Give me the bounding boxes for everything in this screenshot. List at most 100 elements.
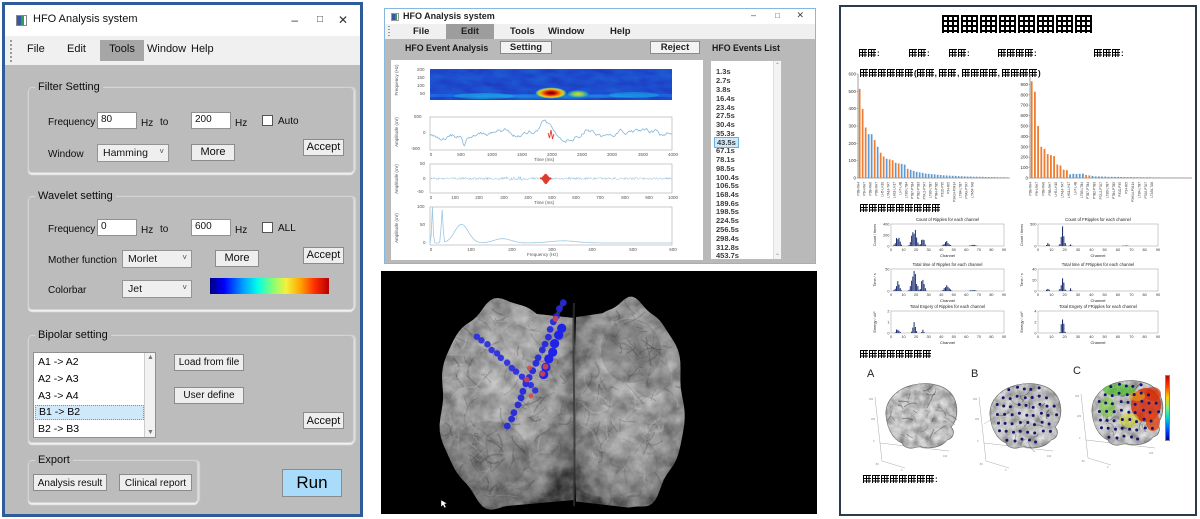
- svg-text:30: 30: [927, 293, 931, 297]
- svg-text:LTA54-TA6: LTA54-TA6: [1150, 182, 1154, 198]
- svg-text:4: 4: [1034, 310, 1036, 314]
- svg-text:Total time of Ripples for each: Total time of Ripples for each channel: [913, 262, 983, 267]
- svg-text:70: 70: [1129, 293, 1133, 297]
- svg-text:Channel: Channel: [1091, 253, 1106, 258]
- svg-text:500: 500: [848, 89, 856, 94]
- svg-text:90: 90: [1156, 248, 1160, 252]
- svg-text:200: 200: [1077, 415, 1082, 418]
- svg-text:-50: -50: [875, 463, 879, 466]
- svg-text:2: 2: [887, 310, 889, 314]
- svg-text:400: 400: [1020, 134, 1028, 139]
- svg-text:20: 20: [1063, 293, 1067, 297]
- svg-text:P3B-RH7: P3B-RH7: [1048, 182, 1052, 196]
- svg-text:100: 100: [1020, 165, 1028, 170]
- svg-text:P3H14-P3414: P3H14-P3414: [953, 182, 957, 202]
- svg-text:0: 0: [890, 293, 892, 297]
- svg-text:90: 90: [1156, 335, 1160, 339]
- svg-text:0: 0: [1079, 437, 1081, 440]
- svg-text:10: 10: [901, 248, 905, 252]
- svg-text:100: 100: [848, 158, 856, 163]
- svg-text:PTA9-PTA7: PTA9-PTA7: [1144, 182, 1148, 199]
- svg-text:PTA.2-PTA7: PTA.2-PTA7: [1099, 182, 1103, 200]
- svg-text:90: 90: [1002, 335, 1006, 339]
- svg-text:80: 80: [1143, 293, 1147, 297]
- svg-text:40: 40: [939, 293, 943, 297]
- svg-text:P34-RI5: P34-RI5: [947, 182, 951, 194]
- svg-text:20: 20: [914, 293, 918, 297]
- svg-text:30: 30: [1076, 293, 1080, 297]
- svg-text:Total time of FRipples for eac: Total time of FRipples for each channel: [1062, 262, 1134, 267]
- svg-text:20: 20: [914, 248, 918, 252]
- svg-text:PTB4-PTB5: PTB4-PTB5: [1112, 182, 1116, 199]
- svg-text:90: 90: [1156, 293, 1160, 297]
- svg-text:0: 0: [1037, 248, 1039, 252]
- svg-text:50: 50: [1103, 335, 1107, 339]
- svg-text:LH11-LH17: LH11-LH17: [1067, 182, 1071, 198]
- svg-text:LH11-LH17: LH11-LH17: [893, 182, 897, 198]
- svg-text:0: 0: [1107, 466, 1109, 469]
- svg-text:LTB3-LTB7: LTB3-LTB7: [929, 182, 933, 198]
- svg-text:Total Engery of FRipples for e: Total Engery of FRipples for each channe…: [1059, 304, 1137, 309]
- svg-text:90: 90: [1002, 293, 1006, 297]
- svg-text:40: 40: [939, 248, 943, 252]
- svg-text:20: 20: [914, 335, 918, 339]
- svg-text:PTA9-PTA7: PTA9-PTA7: [965, 182, 969, 199]
- svg-text:1000: 1000: [1018, 72, 1029, 77]
- svg-text:PTB7-PTB4: PTB7-PTB4: [1086, 182, 1090, 199]
- svg-text:10: 10: [1049, 293, 1053, 297]
- svg-text:400: 400: [848, 106, 856, 111]
- svg-text:50: 50: [1103, 293, 1107, 297]
- svg-text:300: 300: [848, 124, 856, 129]
- svg-text:0: 0: [1005, 469, 1007, 472]
- svg-text:50: 50: [952, 248, 956, 252]
- svg-text:LTB3-LTB7: LTB3-LTB7: [1105, 182, 1109, 198]
- svg-text:LTB3-LTB4: LTB3-LTB4: [905, 182, 909, 198]
- svg-text:LH7-L4B: LH7-L4B: [1073, 182, 1077, 195]
- svg-text:70: 70: [1129, 335, 1133, 339]
- svg-text:P3B-RH4: P3B-RH4: [1029, 182, 1033, 196]
- svg-text:Channel: Channel: [1091, 340, 1106, 345]
- svg-text:LTB3-LTB4: LTB3-LTB4: [1080, 182, 1084, 198]
- svg-text:80: 80: [989, 248, 993, 252]
- svg-text:P3B-RH4: P3B-RH4: [857, 182, 861, 196]
- svg-text:-50: -50: [1081, 460, 1085, 463]
- svg-text:100: 100: [1149, 452, 1154, 455]
- svg-text:30: 30: [927, 335, 931, 339]
- svg-text:0: 0: [873, 440, 875, 443]
- svg-text:Total Engery of Ripples for ea: Total Engery of Ripples for each channel: [910, 304, 985, 309]
- svg-text:200: 200: [975, 418, 980, 421]
- svg-text:80: 80: [989, 293, 993, 297]
- svg-text:20: 20: [1063, 335, 1067, 339]
- svg-text:60: 60: [1116, 248, 1120, 252]
- svg-text:50: 50: [952, 335, 956, 339]
- svg-text:30: 30: [927, 248, 931, 252]
- svg-text:200: 200: [883, 234, 889, 238]
- svg-text:Count / times: Count / times: [1020, 224, 1024, 246]
- svg-text:LH5-LH10: LH5-LH10: [881, 182, 885, 197]
- svg-text:Channel: Channel: [940, 340, 955, 345]
- svg-text:0: 0: [977, 440, 979, 443]
- svg-text:400: 400: [973, 398, 978, 401]
- svg-text:PTB2-PTB3: PTB2-PTB3: [1093, 182, 1097, 199]
- svg-text:40: 40: [1089, 293, 1093, 297]
- svg-text:LH7-L4B: LH7-L4B: [899, 182, 903, 195]
- svg-text:800: 800: [1020, 92, 1028, 97]
- svg-text:PTB2-PTB3: PTB2-PTB3: [917, 182, 921, 199]
- svg-text:70: 70: [977, 293, 981, 297]
- svg-text:40: 40: [1089, 248, 1093, 252]
- svg-text:80: 80: [989, 335, 993, 339]
- svg-text:-50: -50: [979, 463, 983, 466]
- svg-text:700: 700: [1020, 103, 1028, 108]
- svg-text:60: 60: [964, 248, 968, 252]
- svg-text:10: 10: [901, 335, 905, 339]
- svg-text:500: 500: [1030, 223, 1036, 227]
- svg-text:10: 10: [1049, 335, 1053, 339]
- svg-text:10: 10: [1049, 248, 1053, 252]
- svg-text:C: C: [1073, 365, 1081, 377]
- svg-text:400: 400: [883, 223, 889, 227]
- svg-text:400: 400: [869, 398, 874, 401]
- svg-text:20: 20: [1063, 248, 1067, 252]
- svg-text:B: B: [971, 368, 978, 380]
- svg-text:60: 60: [964, 335, 968, 339]
- svg-text:Time / s: Time / s: [873, 273, 877, 286]
